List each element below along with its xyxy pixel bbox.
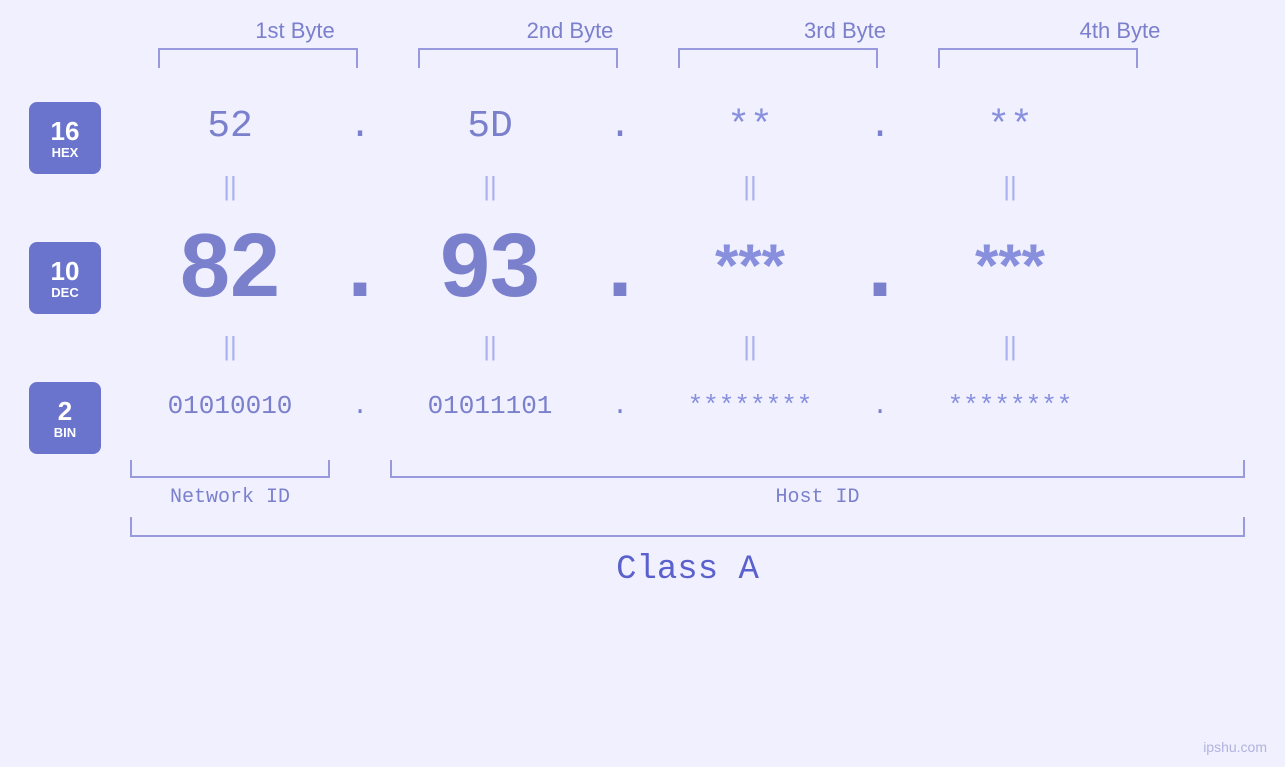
hex-b4: ** [910,105,1110,148]
byte4-label: 4th Byte [1020,18,1220,44]
dec-dot1: . [330,221,390,311]
dec-b2: 93 [390,221,590,311]
equals-row-1: || || || || [130,166,1285,206]
bin-dot3: . [850,391,910,421]
main-area: 16 HEX 10 DEC 2 BIN [0,76,1285,767]
values-column: 52 . 5D . ** . ** || || || || 82 [130,76,1285,767]
network-id-label: Network ID [130,486,330,509]
dec-b3: *** [650,236,850,296]
bracket-b4 [938,48,1138,68]
eq1-b4: || [910,171,1110,202]
dec-dot3: . [850,221,910,311]
dec-badge: 10 DEC [29,242,101,314]
dec-badge-number: 10 [51,258,80,284]
hex-dot3: . [850,105,910,148]
watermark: ipshu.com [1203,739,1267,755]
hex-badge-number: 16 [51,118,80,144]
eq2-b2: || [390,331,590,362]
bin-b1: 01010010 [130,391,330,421]
id-label-spacer [330,486,390,509]
bin-dot1: . [330,391,390,421]
eq2-b1: || [130,331,330,362]
badges-column: 16 HEX 10 DEC 2 BIN [0,76,130,767]
dec-b1: 82 [130,221,330,311]
eq1-b2: || [390,171,590,202]
bin-b2: 01011101 [390,391,590,421]
eq2-b3: || [650,331,850,362]
net-bracket [130,460,330,478]
bracket-spacer1 [358,48,418,76]
dec-b4: *** [910,236,1110,296]
header-brackets [158,48,1258,76]
eq1-b1: || [130,171,330,202]
equals-row-2: || || || || [130,326,1285,366]
byte2-label: 2nd Byte [470,18,670,44]
dec-value-row: 82 . 93 . *** . *** [130,206,1285,326]
hex-b1: 52 [130,105,330,148]
eq2-b4: || [910,331,1110,362]
bracket-b3 [678,48,878,68]
bracket-spacer3 [878,48,938,76]
hex-badge: 16 HEX [29,102,101,174]
host-id-label: Host ID [390,486,1245,509]
bin-value-row: 01010010 . 01011101 . ******** . *******… [130,366,1285,446]
eq1-b3: || [650,171,850,202]
hex-badge-row: 16 HEX [29,98,101,178]
hex-value-row: 52 . 5D . ** . ** [130,86,1285,166]
dec-dot2: . [590,221,650,311]
hex-b2: 5D [390,105,590,148]
dec-badge-row: 10 DEC [29,218,101,338]
hex-badge-label: HEX [52,146,79,159]
byte1-label: 1st Byte [195,18,395,44]
hex-dot1: . [330,105,390,148]
dec-badge-label: DEC [51,286,78,299]
byte-headers: 1st Byte 2nd Byte 3rd Byte 4th Byte [158,18,1258,44]
bin-b3: ******** [650,391,850,421]
bracket-spacer2 [618,48,678,76]
bin-badge-row: 2 BIN [29,378,101,458]
main-container: 1st Byte 2nd Byte 3rd Byte 4th Byte 16 H… [0,0,1285,767]
bin-badge-label: BIN [54,426,76,439]
bracket-b2 [418,48,618,68]
bracket-b1 [158,48,358,68]
host-bracket [390,460,1245,478]
byte3-label: 3rd Byte [745,18,945,44]
id-labels: Network ID Host ID [130,486,1285,509]
hex-b3: ** [650,105,850,148]
bin-dot2: . [590,391,650,421]
bin-b4: ******** [910,391,1110,421]
bottom-bracket-area [130,450,1285,478]
class-label: Class A [130,551,1245,589]
full-bottom-bracket [130,517,1245,537]
bin-badge-number: 2 [58,398,72,424]
hex-dot2: . [590,105,650,148]
bin-badge: 2 BIN [29,382,101,454]
